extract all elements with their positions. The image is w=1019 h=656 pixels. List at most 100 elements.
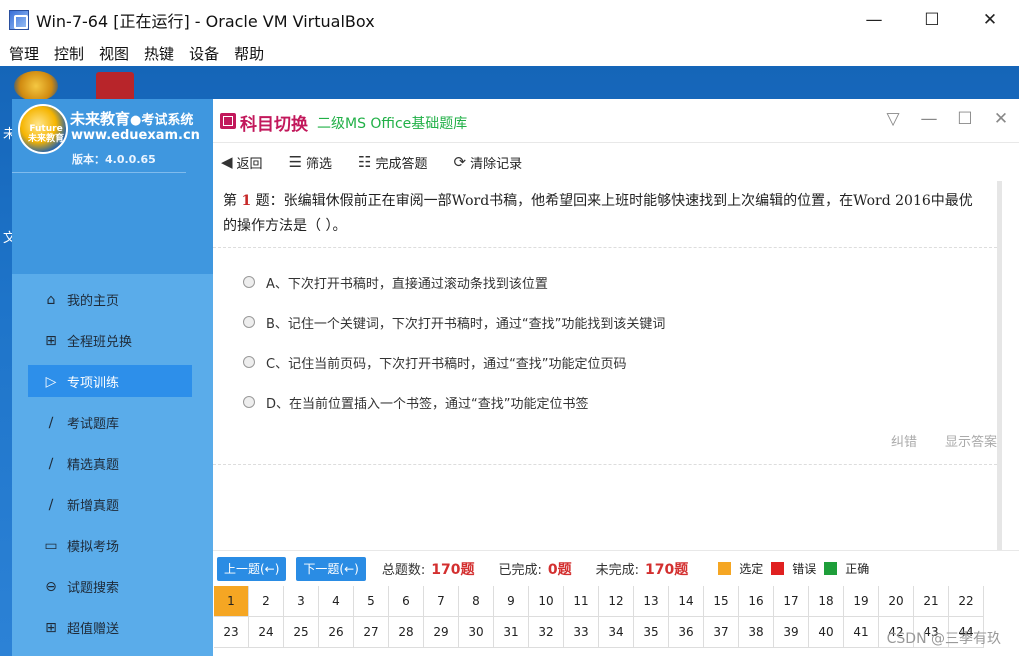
question-cell[interactable]: 4 <box>319 586 354 617</box>
sidebar-item-redeem[interactable]: ⊞ 全程班兑换 <box>12 320 213 361</box>
prev-question-button[interactable]: 上一题(←) <box>217 556 287 581</box>
clear-records-button[interactable]: ⟳ 清除记录 <box>454 153 523 172</box>
sidebar-item-mock-exam[interactable]: ▭ 模拟考场 <box>12 525 213 566</box>
monitor-icon: ▭ <box>44 537 58 554</box>
minimize-button[interactable]: — <box>845 0 903 40</box>
radio-button[interactable] <box>243 316 255 328</box>
menu-view[interactable]: 视图 <box>99 43 129 64</box>
question-cell[interactable]: 38 <box>739 617 774 648</box>
brand-name: 未来教育●考试系统 <box>70 108 193 129</box>
option-d[interactable]: D、在当前位置插入一个书签，通过“查找”功能定位书签 <box>243 382 665 422</box>
question-cell[interactable]: 25 <box>284 617 319 648</box>
pencil-icon: ∕ <box>48 455 54 472</box>
sidebar-item-label: 我的主页 <box>67 294 120 309</box>
sidebar-item-search[interactable]: ⊖ 试题搜索 <box>12 566 213 607</box>
divider <box>12 172 186 173</box>
menu-manage[interactable]: 管理 <box>9 43 39 64</box>
pencil-icon: ∕ <box>48 496 54 513</box>
option-c[interactable]: C、记住当前页码，下次打开书稿时，通过“查找”功能定位页码 <box>243 342 665 382</box>
radio-button[interactable] <box>243 356 255 368</box>
question-cell[interactable]: 28 <box>389 617 424 648</box>
status-bar: 上一题(←) 下一题(←) 总题数: 170题 已完成: 0题 未完成: 170… <box>213 550 1019 586</box>
question-cell[interactable]: 13 <box>634 586 669 617</box>
dropdown-icon[interactable]: ▽ <box>875 109 911 129</box>
menu-help[interactable]: 帮助 <box>234 43 264 64</box>
radio-button[interactable] <box>243 276 255 288</box>
question-cell[interactable]: 10 <box>529 586 564 617</box>
report-error-link[interactable]: 纠错 <box>891 431 917 450</box>
question-cell[interactable]: 15 <box>704 586 739 617</box>
show-answer-link[interactable]: 显示答案 <box>945 431 997 450</box>
question-cell[interactable]: 6 <box>389 586 424 617</box>
divider <box>213 464 997 465</box>
main-panel: 科目切换 二级MS Office基础题库 ▽ — ☐ ✕ ◀ 返回 ☰ 筛选 ☷ 完成… <box>213 99 1019 656</box>
sidebar-item-home[interactable]: ⌂ 我的主页 <box>12 279 213 320</box>
question-cell[interactable]: 29 <box>424 617 459 648</box>
question-cell[interactable]: 27 <box>354 617 389 648</box>
app-minimize-button[interactable]: — <box>911 109 947 129</box>
sidebar-item-bonus[interactable]: ⊞ 超值赠送 <box>12 607 213 648</box>
question-cell[interactable]: 9 <box>494 586 529 617</box>
question-cell[interactable]: 39 <box>774 617 809 648</box>
app-window-controls: ▽ — ☐ ✕ <box>875 109 1019 129</box>
sidebar-header: Future 未来教育 未来教育●考试系统 www.eduexam.cn 版本：… <box>12 99 213 174</box>
sidebar-item-new-questions[interactable]: ∕ 新增真题 <box>12 484 213 525</box>
home-icon: ⌂ <box>46 291 56 308</box>
back-label: 返回 <box>236 156 263 172</box>
radio-button[interactable] <box>243 396 255 408</box>
subject-switch-button[interactable]: 科目切换 <box>240 110 308 135</box>
filter-button[interactable]: ☰ 筛选 <box>289 153 332 172</box>
question-cell[interactable]: 2 <box>249 586 284 617</box>
desktop-shortcut-icon[interactable] <box>14 71 58 101</box>
question-cell[interactable]: 26 <box>319 617 354 648</box>
menu-devices[interactable]: 设备 <box>189 43 219 64</box>
question-cell[interactable]: 3 <box>284 586 319 617</box>
question-cell[interactable]: 20 <box>879 586 914 617</box>
access-shortcut-icon[interactable] <box>96 72 134 102</box>
sidebar-item-selected-questions[interactable]: ∕ 精选真题 <box>12 443 213 484</box>
app-maximize-button[interactable]: ☐ <box>947 109 983 129</box>
question-cell[interactable]: 7 <box>424 586 459 617</box>
maximize-button[interactable]: ☐ <box>903 0 961 40</box>
sidebar-item-special-training[interactable]: ▷ 专项训练 <box>12 361 213 402</box>
menu-control[interactable]: 控制 <box>54 43 84 64</box>
question-cell[interactable]: 33 <box>564 617 599 648</box>
question-cell[interactable]: 34 <box>599 617 634 648</box>
question-cell[interactable]: 16 <box>739 586 774 617</box>
question-cell[interactable]: 8 <box>459 586 494 617</box>
undone-value: 170题 <box>645 561 689 578</box>
question-cell[interactable]: 14 <box>669 586 704 617</box>
question-cell[interactable]: 17 <box>774 586 809 617</box>
option-b[interactable]: B、记住一个关键词，下次打开书稿时，通过“查找”功能找到该关键词 <box>243 302 665 342</box>
question-cell[interactable]: 24 <box>249 617 284 648</box>
close-button[interactable]: ✕ <box>961 0 1019 40</box>
option-a[interactable]: A、下次打开书稿时，直接通过滚动条找到该位置 <box>243 262 665 302</box>
scrollbar[interactable] <box>997 181 1002 551</box>
question-cell[interactable]: 36 <box>669 617 704 648</box>
question-cell[interactable]: 11 <box>564 586 599 617</box>
finish-button[interactable]: ☷ 完成答题 <box>358 153 427 172</box>
question-cell[interactable]: 19 <box>844 586 879 617</box>
question-cell[interactable]: 30 <box>459 617 494 648</box>
question-cell[interactable]: 5 <box>354 586 389 617</box>
question-cell[interactable]: 22 <box>949 586 984 617</box>
question-cell[interactable]: 21 <box>914 586 949 617</box>
app-close-button[interactable]: ✕ <box>983 109 1019 129</box>
next-question-button[interactable]: 下一题(←) <box>296 556 366 581</box>
sidebar-item-question-bank[interactable]: ∕ 考试题库 <box>12 402 213 443</box>
question-cell[interactable]: 35 <box>634 617 669 648</box>
back-button[interactable]: ◀ 返回 <box>221 153 263 172</box>
question-cell[interactable]: 40 <box>809 617 844 648</box>
sidebar-item-label: 专项训练 <box>67 376 120 391</box>
question-cell[interactable]: 32 <box>529 617 564 648</box>
question-cell[interactable]: 1 <box>214 586 249 617</box>
question-cell[interactable]: 41 <box>844 617 879 648</box>
question-cell[interactable]: 18 <box>809 586 844 617</box>
total-value: 170题 <box>431 561 475 578</box>
question-cell[interactable]: 12 <box>599 586 634 617</box>
question-cell[interactable]: 23 <box>214 617 249 648</box>
option-label: B、记住一个关键词，下次打开书稿时，通过“查找”功能找到该关键词 <box>266 316 666 332</box>
question-cell[interactable]: 37 <box>704 617 739 648</box>
question-cell[interactable]: 31 <box>494 617 529 648</box>
menu-hotkey[interactable]: 热键 <box>144 43 174 64</box>
